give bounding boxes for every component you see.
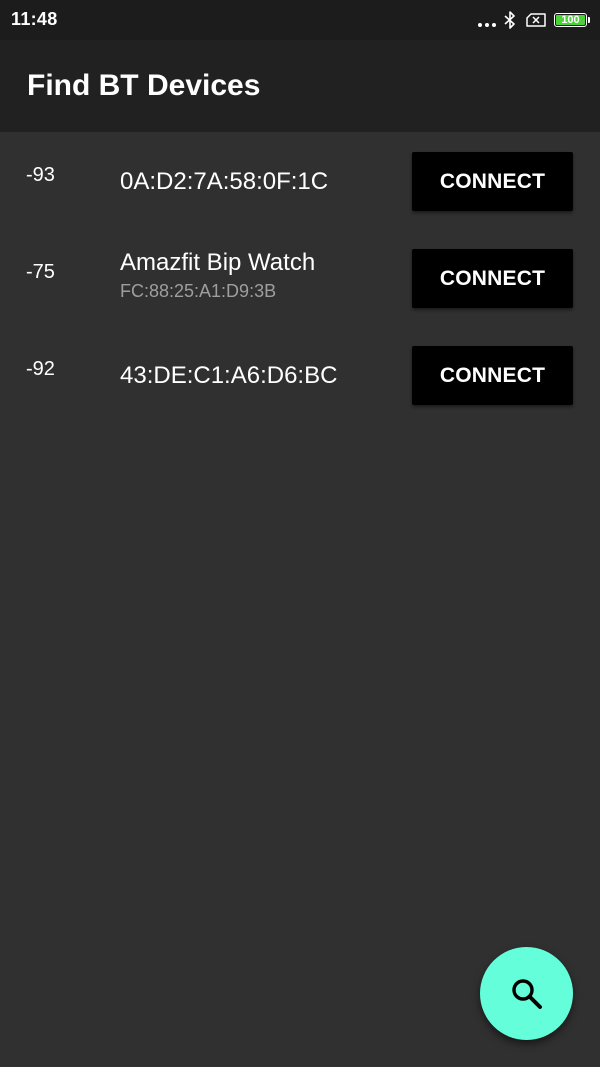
device-rssi: -75 <box>26 261 55 283</box>
battery-level: 100 <box>561 13 580 26</box>
device-info: Amazfit Bip Watch FC:88:25:A1:D9:3B <box>120 229 400 326</box>
search-icon <box>511 978 542 1009</box>
device-address: FC:88:25:A1:D9:3B <box>120 281 277 301</box>
app-bar: Find BT Devices <box>0 40 600 132</box>
device-name: 0A:D2:7A:58:0F:1C <box>120 168 329 195</box>
status-icons: 100 <box>478 10 590 30</box>
device-name: Amazfit Bip Watch <box>120 249 316 276</box>
device-info: 0A:D2:7A:58:0F:1C <box>120 132 400 229</box>
sim-x-icon <box>526 13 546 27</box>
battery-cap <box>588 17 590 23</box>
device-rssi: -92 <box>26 358 55 380</box>
device-name: 43:DE:C1:A6:D6:BC <box>120 362 338 389</box>
connect-button[interactable]: CONNECT <box>412 249 573 308</box>
device-list: -93 0A:D2:7A:58:0F:1C CONNECT -75 Amazfi… <box>0 132 600 423</box>
connect-button[interactable]: CONNECT <box>412 152 573 211</box>
list-item: -93 0A:D2:7A:58:0F:1C CONNECT <box>0 132 600 229</box>
page-title: Find BT Devices <box>27 69 261 102</box>
list-item: -92 43:DE:C1:A6:D6:BC CONNECT <box>0 326 600 423</box>
connect-button[interactable]: CONNECT <box>412 346 573 405</box>
list-item: -75 Amazfit Bip Watch FC:88:25:A1:D9:3B … <box>0 229 600 326</box>
bluetooth-icon <box>504 11 515 29</box>
status-time: 11:48 <box>11 9 58 29</box>
device-rssi: -93 <box>26 164 55 186</box>
device-info: 43:DE:C1:A6:D6:BC <box>120 326 400 423</box>
more-dots-icon <box>478 13 496 27</box>
search-fab-button[interactable] <box>480 947 573 1040</box>
battery-icon: 100 <box>554 13 587 27</box>
status-bar: 11:48 100 <box>0 0 600 40</box>
